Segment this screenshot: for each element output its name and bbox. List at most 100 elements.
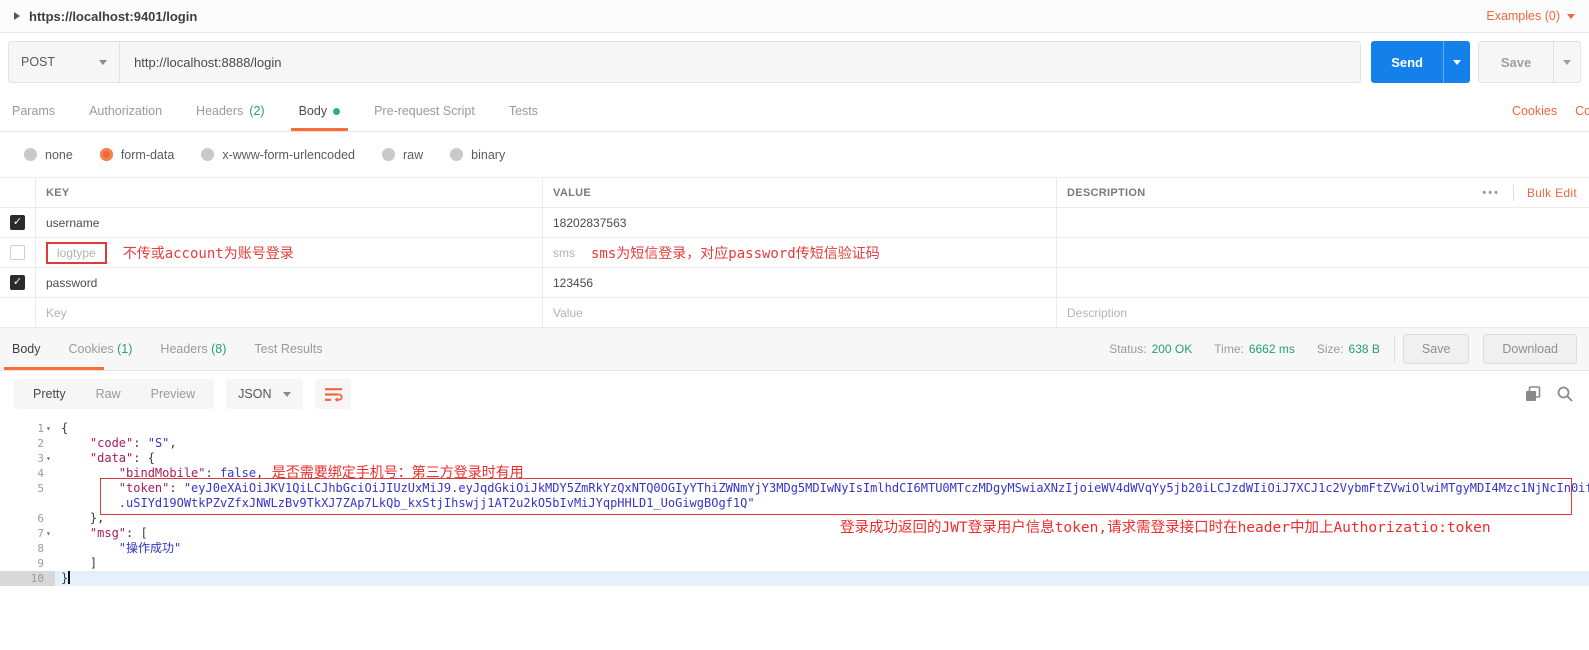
request-tab-body[interactable]: Body	[299, 91, 341, 131]
token-key: "bindMobile"	[119, 466, 206, 480]
response-tab-test-results[interactable]: Test Results	[254, 342, 322, 356]
metric-label: Status:	[1109, 342, 1146, 356]
table-row: password 123456	[0, 268, 1589, 298]
request-tabs: Params Authorization Headers(2) Body Pre-req…	[12, 91, 572, 131]
view-tab-raw[interactable]: Raw	[81, 387, 136, 401]
search-icon[interactable]	[1557, 386, 1573, 402]
line-number: 8	[37, 541, 44, 556]
tab-count-badge: (1)	[114, 342, 133, 356]
code-line[interactable]: 8 "操作成功"	[0, 541, 1589, 556]
url-input[interactable]: http://localhost:8888/login	[119, 41, 1361, 83]
value-cell[interactable]: Value	[543, 298, 1057, 327]
view-tab-pretty[interactable]: Pretty	[18, 387, 81, 401]
response-tab-headers[interactable]: Headers (8)	[160, 342, 226, 356]
collapse-request-icon[interactable]	[14, 12, 20, 20]
fold-caret-icon[interactable]: ▾	[44, 526, 55, 541]
chevron-down-icon	[1453, 60, 1461, 65]
fold-caret-icon[interactable]: ▾	[44, 421, 55, 436]
description-cell[interactable]	[1057, 268, 1589, 297]
code-line[interactable]: 3▾ "data": {	[0, 451, 1589, 466]
body-mode-form-data[interactable]: form-data	[100, 148, 175, 162]
code-line[interactable]: 1▾{	[0, 421, 1589, 436]
value-cell[interactable]: smssms为短信登录，对应password传短信验证码	[543, 238, 1057, 267]
response-save-button[interactable]: Save	[1403, 334, 1470, 364]
description-cell[interactable]	[1057, 208, 1589, 237]
code-line[interactable]: 4 "bindMobile": false, 是否需要绑定手机号：第三方登录时有…	[0, 466, 1589, 481]
wrap-text-icon	[324, 387, 343, 402]
code-line[interactable]: 5 "token": "eyJ0eXAiOiJKV1QiLCJhbGciOiJI…	[0, 481, 1589, 496]
gutter: 3▾	[0, 451, 55, 466]
value-cell[interactable]: 18202837563	[543, 208, 1057, 237]
response-tab-cookies[interactable]: Cookies (1)	[69, 342, 133, 356]
download-button[interactable]: Download	[1483, 334, 1577, 364]
bulk-edit-link[interactable]: Bulk Edit	[1527, 186, 1577, 200]
line-number: 5	[37, 481, 44, 496]
request-tab-params[interactable]: Params	[12, 91, 55, 131]
row-checkbox[interactable]	[10, 245, 25, 260]
wrap-text-button[interactable]	[315, 379, 351, 409]
key-text: logtype	[46, 242, 107, 264]
value-cell[interactable]: 123456	[543, 268, 1057, 297]
request-tab-headers[interactable]: Headers(2)	[196, 91, 265, 131]
code-content: "code": "S",	[55, 436, 177, 451]
format-select[interactable]: JSON	[226, 379, 303, 409]
token-brace: },	[90, 511, 104, 525]
more-options-icon[interactable]: •••	[1482, 187, 1500, 199]
save-label: Save	[1479, 55, 1553, 70]
code-link[interactable]: Code	[1575, 104, 1589, 118]
save-button[interactable]: Save	[1478, 41, 1581, 83]
tab-count-badge: (8)	[208, 342, 227, 356]
send-options-button[interactable]	[1444, 60, 1470, 65]
body-mode-none[interactable]: none	[24, 148, 73, 162]
tab-label: Body	[12, 342, 41, 356]
examples-dropdown[interactable]: Examples (0)	[1486, 9, 1575, 23]
value-text: 123456	[553, 276, 593, 290]
request-tab-tests[interactable]: Tests	[509, 91, 538, 131]
params-table: KEY VALUE DESCRIPTION ••• Bulk Edit user…	[0, 177, 1589, 328]
request-tab-pre-request-script[interactable]: Pre-request Script	[374, 91, 475, 131]
cookies-link[interactable]: Cookies	[1512, 104, 1557, 118]
token-plain: :	[126, 526, 140, 540]
code-content: "操作成功"	[55, 541, 181, 556]
body-mode-binary[interactable]: binary	[450, 148, 505, 162]
editor-tools	[1525, 386, 1575, 402]
metric-time: Time:6662 ms	[1214, 342, 1295, 356]
body-mode-raw[interactable]: raw	[382, 148, 423, 162]
body-mode-x-www-form-urlencoded[interactable]: x-www-form-urlencoded	[201, 148, 355, 162]
radio-icon	[24, 148, 37, 161]
key-cell[interactable]: Key	[36, 298, 543, 327]
request-tab-authorization[interactable]: Authorization	[89, 91, 162, 131]
line-number: 3	[37, 451, 44, 466]
token-string: "操作成功"	[119, 541, 181, 555]
fold-caret-icon[interactable]: ▾	[44, 451, 55, 466]
description-cell[interactable]: Description	[1057, 298, 1589, 327]
code-line[interactable]: .uSIYd19OWtkPZvZfxJNWLzBv9TkXJ7ZAp7LkQb_…	[0, 496, 1589, 511]
code-line[interactable]: 2 "code": "S",	[0, 436, 1589, 451]
examples-label: Examples (0)	[1486, 9, 1560, 23]
response-toolbar: PrettyRawPreview JSON	[0, 371, 1589, 417]
method-select[interactable]: POST	[8, 41, 119, 83]
key-cell[interactable]: password	[36, 268, 543, 297]
radio-icon	[100, 148, 113, 161]
code-content: "bindMobile": false, 是否需要绑定手机号：第三方登录时有用	[55, 466, 524, 481]
copy-icon[interactable]	[1525, 386, 1541, 402]
request-links: Cookies Code	[1512, 91, 1589, 131]
code-lines: 1▾{2 "code": "S",3▾ "data": {4 "bindMobi…	[0, 421, 1589, 586]
description-cell[interactable]	[1057, 238, 1589, 267]
response-tab-body[interactable]: Body	[12, 342, 41, 356]
send-button[interactable]: Send	[1371, 41, 1470, 83]
checkbox-cell	[0, 238, 36, 267]
save-options-button[interactable]	[1554, 60, 1580, 65]
row-checkbox[interactable]	[10, 215, 25, 230]
key-cell[interactable]: logtype 不传或account为账号登录	[36, 238, 543, 267]
code-line[interactable]: 10}	[0, 571, 1589, 586]
url-text: http://localhost:8888/login	[134, 55, 281, 70]
key-annotation: 不传或account为账号登录	[123, 243, 294, 263]
token-string: "S"	[148, 436, 170, 450]
row-checkbox[interactable]	[10, 275, 25, 290]
key-cell[interactable]: username	[36, 208, 543, 237]
view-tab-preview[interactable]: Preview	[136, 387, 210, 401]
code-line[interactable]: 9 ]	[0, 556, 1589, 571]
code-content: .uSIYd19OWtkPZvZfxJNWLzBv9TkXJ7ZAp7LkQb_…	[55, 496, 755, 511]
token-plain	[61, 481, 119, 495]
